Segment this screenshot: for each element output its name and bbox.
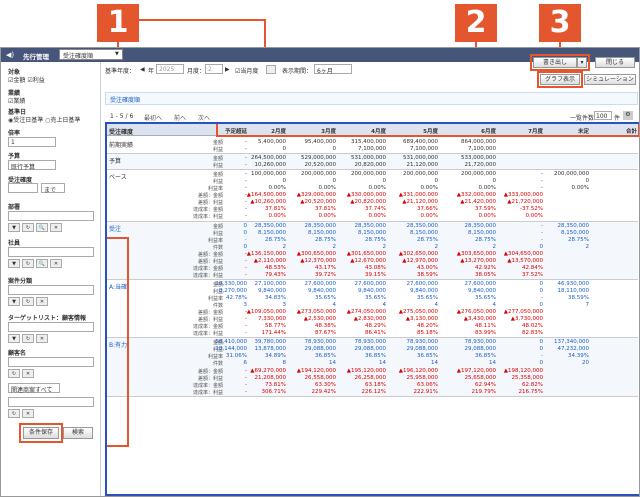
category-refresh-icon[interactable]: ↻ — [22, 297, 34, 306]
data-highlight — [105, 122, 639, 496]
multiplier-label: 倍率 — [8, 130, 21, 137]
chevron-down-icon: ▼ — [115, 51, 119, 57]
settings-gear-icon[interactable]: ⚙ — [623, 111, 633, 120]
forecast-select[interactable]: 既行予算 — [8, 160, 56, 171]
breadcrumb[interactable]: 受注確度順 — [110, 95, 140, 104]
graph-highlight — [537, 71, 583, 88]
related-clear-icon[interactable]: ✕ — [22, 409, 34, 418]
breadcrumb-area: 受注確度順 — [105, 92, 638, 105]
callout-1-leader-top — [139, 19, 265, 21]
app-window: ◀) 先行管理 受注確度順 ▼ 書き出し ▾ 閉じる 対象 ☑金額 ☑利益 業績… — [0, 47, 640, 497]
dept-select-icon[interactable]: ▼ — [8, 223, 20, 232]
paging-bar: 1 - 5 / 6 最初へ 前へ 次へ 一覧件数 100 件 ⚙ — [102, 111, 639, 122]
category-select-icon[interactable]: ▼ — [8, 297, 20, 306]
customer-clear-icon[interactable]: ✕ — [22, 369, 34, 378]
customer-label: 顧客名 — [8, 350, 27, 357]
related-refresh-icon[interactable]: ↻ — [8, 409, 20, 418]
dept-input[interactable] — [8, 211, 94, 221]
paging-prev[interactable]: 前へ — [174, 113, 186, 122]
simulation-button[interactable]: シミュレーション — [584, 74, 636, 85]
radio-order-label: 受注日基準 — [13, 117, 44, 124]
target-list-clear-icon[interactable]: ✕ — [36, 334, 48, 343]
related-input[interactable] — [8, 397, 94, 407]
year-select[interactable]: 2025 — [156, 64, 184, 74]
staff-refresh-icon[interactable]: ↻ — [22, 259, 34, 268]
dept-search-icon[interactable]: 🔍 — [36, 223, 48, 232]
perf-checkbox[interactable]: ☑業績 — [8, 96, 25, 105]
target-list-input[interactable] — [8, 322, 94, 332]
year-prev-icon[interactable]: ◀ — [140, 66, 145, 73]
target-list-select-icon[interactable]: ▼ — [8, 334, 20, 343]
month-select[interactable]: 2 — [205, 64, 223, 74]
dept-refresh-icon[interactable]: ↻ — [22, 223, 34, 232]
display-period-label: 表示期間： — [282, 68, 313, 75]
related-select[interactable]: 関連商案すべて — [8, 383, 60, 394]
chk-perf-label: 業績 — [13, 98, 26, 105]
customer-refresh-icon[interactable]: ↻ — [8, 369, 20, 378]
sort-select[interactable]: 受注確度順 — [59, 49, 123, 60]
multiplier-select[interactable]: 1 — [8, 137, 56, 147]
dept-clear-icon[interactable]: ✕ — [50, 223, 62, 232]
radio-sales-label: 売上日基準 — [50, 117, 81, 124]
callout-3: 3 — [539, 4, 581, 42]
customer-input[interactable] — [8, 357, 94, 367]
callout-1: 1 — [97, 4, 139, 42]
month-label: 月度： — [187, 68, 206, 75]
staff-clear-icon[interactable]: ✕ — [50, 259, 62, 268]
callout-2: 2 — [455, 4, 497, 42]
chk-amount-label: 金額 — [13, 77, 26, 84]
search-button[interactable]: 検索 — [63, 427, 93, 439]
paging-next[interactable]: 次へ — [198, 113, 210, 122]
forecast-label: 予算 — [8, 153, 21, 160]
order-certainty-to-select[interactable]: まで — [41, 183, 65, 194]
staff-select-icon[interactable]: ▼ — [8, 259, 20, 268]
category-input[interactable] — [8, 285, 94, 295]
paging-range: 1 - 5 / 6 — [110, 113, 134, 120]
main-panel: 基準年度： ◀ 年 2025 月度： 2 ▶ ☑当月度 表示期間： 6ヶ月 グラ… — [102, 62, 639, 496]
base-date-radios[interactable]: ◉受注日基準 ○売上日基準 — [8, 115, 80, 124]
target-checkboxes[interactable]: ☑金額 ☑利益 — [8, 75, 45, 84]
chk-profit-label: 利益 — [32, 77, 45, 84]
paging-first[interactable]: 最初へ — [144, 113, 162, 122]
sidebar: 対象 ☑金額 ☑利益 業績 ☑業績 基準日 ◉受注日基準 ○売上日基準 倍率 1… — [1, 62, 101, 496]
calendar-icon[interactable] — [266, 65, 276, 74]
paging-count-select[interactable]: 100 — [594, 111, 612, 120]
staff-input[interactable] — [8, 247, 94, 257]
category-clear-icon[interactable]: ✕ — [36, 297, 48, 306]
current-month-label: 当月度 — [240, 68, 259, 75]
menu-toggle-icon[interactable]: ◀) — [6, 51, 14, 59]
category-label: 案件分類 — [8, 278, 33, 285]
target-list-label: ターゲットリスト：顧客情報 — [8, 315, 87, 322]
current-month-checkbox[interactable]: ☑当月度 — [235, 66, 258, 75]
display-period-select[interactable]: 6ヶ月 — [314, 64, 352, 75]
paging-count-label: 一覧件数 — [570, 115, 595, 122]
dept-label: 部署 — [8, 204, 21, 211]
order-certainty-select[interactable] — [8, 183, 38, 193]
fiscal-year-label: 年 — [148, 68, 155, 75]
staff-label: 社員 — [8, 240, 21, 247]
save-highlight — [19, 423, 63, 443]
staff-search-icon[interactable]: 🔍 — [36, 259, 48, 268]
base-year-label: 基準年度： — [105, 68, 136, 75]
target-list-refresh-icon[interactable]: ↻ — [22, 334, 34, 343]
page-title: 先行管理 — [23, 53, 49, 61]
year-next-icon[interactable]: ▶ — [225, 66, 230, 73]
paging-unit: 件 — [614, 115, 621, 122]
